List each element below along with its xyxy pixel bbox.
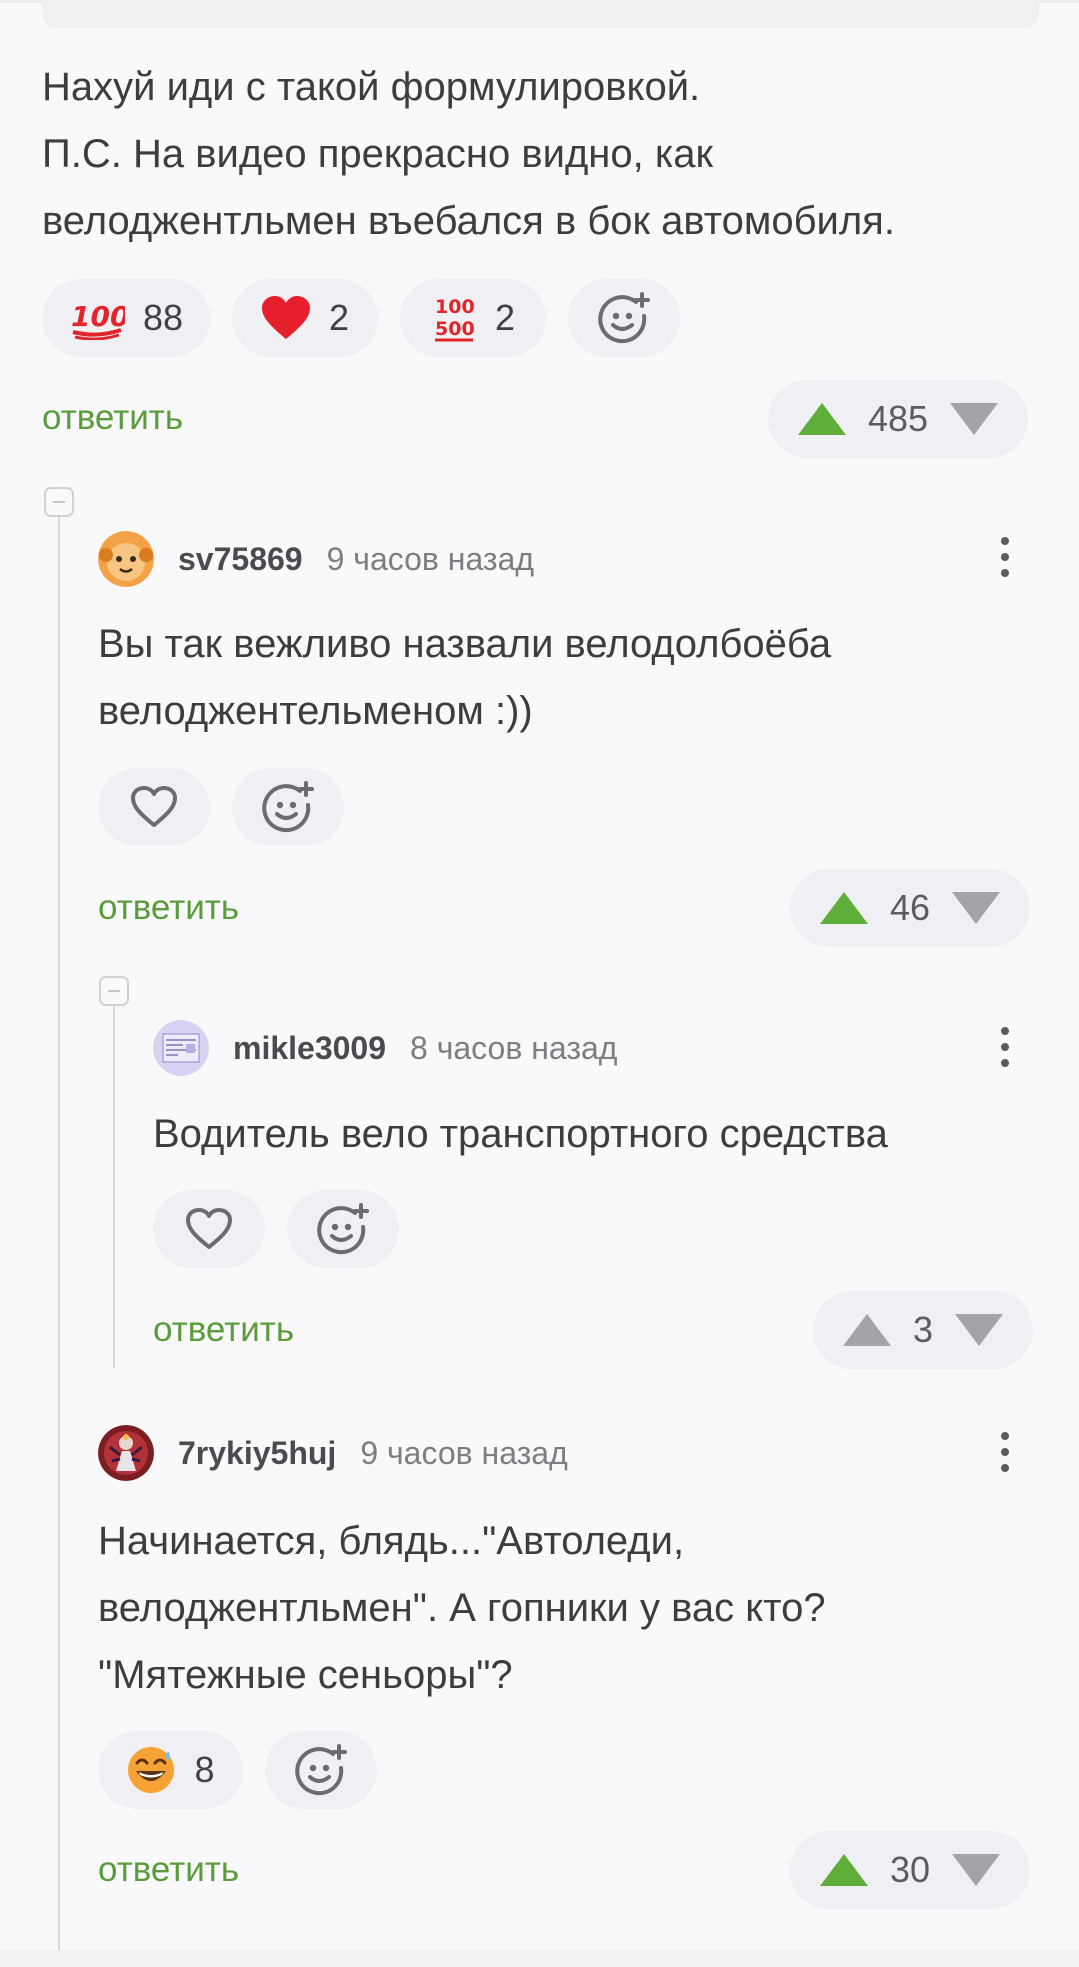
heart-outline-icon (131, 786, 177, 827)
reaction-hundred-five-hundred[interactable]: 100 500 2 (400, 279, 546, 357)
comment-header: mikle3009 8 часов назад (153, 1020, 617, 1076)
username[interactable]: 7rykiy5huj (178, 1435, 336, 1472)
comment-header: 7rykiy5huj 9 часов назад (98, 1425, 568, 1481)
reaction-hundred[interactable]: 100 88 (42, 279, 210, 357)
downvote-arrow-icon[interactable] (950, 403, 999, 435)
rating-value: 46 (890, 887, 931, 928)
svg-text:100: 100 (71, 300, 125, 333)
rating-box: 3 (813, 1291, 1034, 1369)
reactions-row (98, 768, 344, 846)
timestamp: 8 часов назад (410, 1029, 618, 1066)
add-reaction-button[interactable] (287, 1190, 399, 1268)
timestamp: 9 часов назад (326, 540, 535, 577)
reaction-heart[interactable]: 2 (232, 279, 378, 357)
reaction-count: 8 (194, 1749, 215, 1790)
grinning-sweat-emoji-icon (128, 1747, 175, 1793)
username[interactable]: sv75869 (178, 541, 303, 578)
comment-text: Вы так вежливо назвали велодолбоёба вело… (98, 622, 832, 733)
avatar[interactable] (153, 1020, 209, 1076)
reply-link[interactable]: ответить (98, 888, 239, 928)
more-options-icon[interactable] (990, 1432, 1020, 1472)
add-emoji-icon (317, 1203, 369, 1255)
rating-value: 3 (913, 1309, 934, 1350)
username[interactable]: mikle3009 (233, 1030, 386, 1067)
add-emoji-icon (262, 781, 314, 833)
upvote-arrow-icon[interactable] (798, 403, 846, 435)
rating-box: 46 (790, 869, 1031, 947)
reactions-row: 8 (98, 1731, 377, 1809)
avatar[interactable] (98, 531, 154, 587)
svg-text:100: 100 (435, 296, 475, 318)
reaction-count: 2 (494, 297, 516, 338)
upvote-arrow-icon[interactable] (843, 1314, 891, 1346)
reaction-grinning-sweat[interactable]: 8 (98, 1731, 243, 1809)
comment-text: Начинается, блядь..."Автоледи, велоджент… (98, 1519, 826, 1697)
reactions-row: 100 88 2 100 500 2 (42, 279, 680, 357)
like-button[interactable] (98, 768, 210, 846)
heart-emoji-icon (261, 296, 310, 339)
reaction-count: 88 (142, 297, 184, 338)
collapse-thread-button[interactable] (44, 487, 74, 517)
timestamp: 9 часов назад (360, 1434, 568, 1471)
thread-line (58, 517, 60, 1950)
thread-line (113, 1006, 115, 1368)
illustrated-figure-avatar-icon (98, 1425, 154, 1481)
rating-value: 30 (890, 1849, 931, 1890)
upvote-arrow-icon[interactable] (820, 1854, 868, 1886)
like-button[interactable] (153, 1190, 265, 1268)
comment-text: Нахуй иди с такой формулировкой. П.С. На… (42, 65, 895, 243)
reply-link[interactable]: ответить (42, 398, 183, 438)
reply-link[interactable]: ответить (153, 1310, 294, 1350)
previous-card-edge (42, 0, 1039, 28)
rating-box: 30 (790, 1831, 1031, 1909)
document-avatar-icon (153, 1020, 209, 1076)
add-reaction-button[interactable] (232, 768, 344, 846)
downvote-arrow-icon[interactable] (952, 892, 1001, 924)
orange-face-avatar-icon (98, 531, 154, 587)
comment-text: Водитель вело транспортного средства (153, 1112, 888, 1156)
svg-text:500: 500 (435, 318, 475, 340)
heart-outline-icon (186, 1208, 232, 1249)
reactions-row (153, 1190, 399, 1268)
hundred-five-hundred-emoji-icon: 100 500 (434, 296, 475, 342)
downvote-arrow-icon[interactable] (955, 1314, 1004, 1346)
add-reaction-button[interactable] (568, 279, 680, 357)
add-emoji-icon (295, 1744, 347, 1796)
more-options-icon[interactable] (990, 537, 1020, 577)
collapse-thread-button[interactable] (99, 976, 129, 1006)
rating-value: 485 (868, 398, 929, 439)
add-reaction-button[interactable] (265, 1731, 377, 1809)
downvote-arrow-icon[interactable] (952, 1854, 1001, 1886)
avatar[interactable] (98, 1425, 154, 1481)
hundred-emoji-icon: 100 (71, 300, 125, 340)
bottom-edge (0, 1950, 1079, 1967)
comment-header: sv75869 9 часов назад (98, 531, 534, 587)
reply-link[interactable]: ответить (98, 1850, 239, 1890)
add-emoji-icon (598, 292, 650, 344)
upvote-arrow-icon[interactable] (820, 892, 868, 924)
rating-box: 485 (768, 380, 1029, 458)
more-options-icon[interactable] (990, 1027, 1020, 1067)
reaction-count: 2 (328, 297, 350, 338)
